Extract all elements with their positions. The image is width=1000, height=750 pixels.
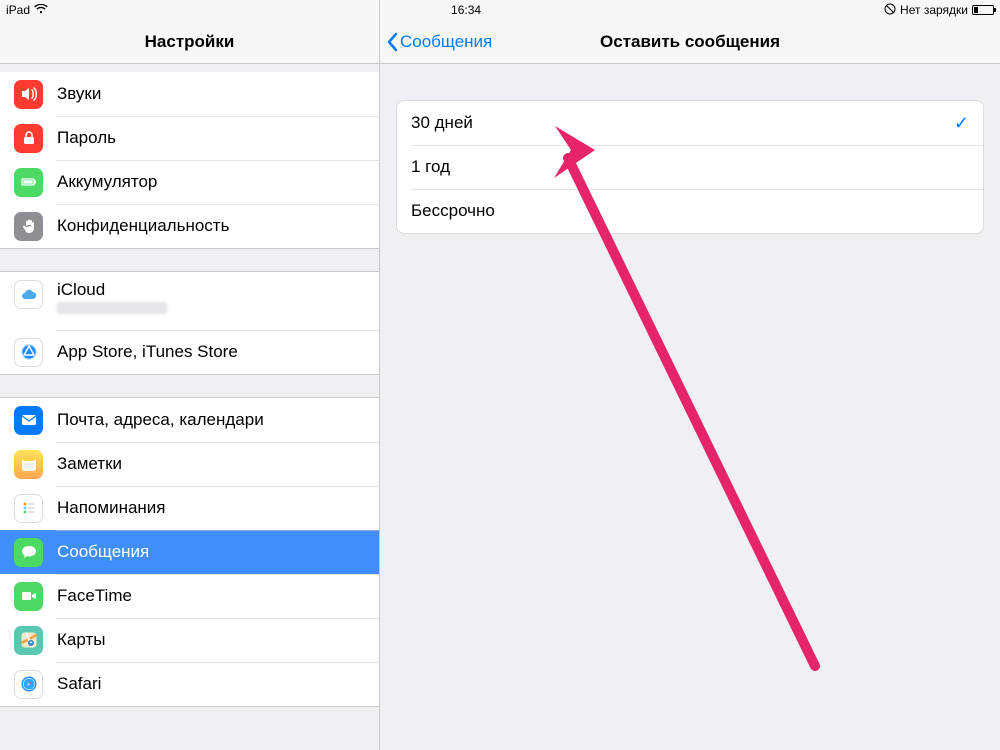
option-1y[interactable]: 1 год (397, 145, 983, 189)
charging-label: Нет зарядки (900, 3, 968, 17)
option-label: 30 дней (411, 113, 473, 133)
sidebar-item-label: Конфиденциальность (57, 216, 229, 236)
messages-icon (14, 538, 43, 567)
sidebar-item-label: App Store, iTunes Store (57, 342, 238, 362)
sidebar-item-privacy[interactable]: Конфиденциальность (0, 204, 379, 248)
sidebar-item-sounds[interactable]: Звуки (0, 72, 379, 116)
sidebar-item-label: Сообщения (57, 542, 149, 562)
back-label: Сообщения (400, 32, 492, 52)
option-label: Бессрочно (411, 201, 495, 221)
keep-messages-options: 30 дней ✓ 1 год Бессрочно (396, 100, 984, 234)
sidebar-item-label: Карты (57, 630, 105, 650)
hand-icon (14, 212, 43, 241)
nocharge-icon (884, 3, 896, 18)
chevron-left-icon (386, 32, 398, 52)
maps-icon (14, 626, 43, 655)
sidebar-item-label: Почта, адреса, календари (57, 410, 264, 430)
sidebar-item-label: Звуки (57, 84, 101, 104)
sidebar-item-mail[interactable]: Почта, адреса, календари (0, 398, 379, 442)
checkmark-icon: ✓ (954, 113, 969, 134)
notes-icon (14, 450, 43, 479)
sidebar-item-reminders[interactable]: Напоминания (0, 486, 379, 530)
device-label: iPad (6, 3, 30, 17)
back-button[interactable]: Сообщения (386, 20, 492, 64)
sidebar-item-notes[interactable]: Заметки (0, 442, 379, 486)
sidebar-item-label: iCloud (57, 280, 167, 300)
clock: 16:34 (451, 3, 481, 17)
sidebar-item-maps[interactable]: Карты (0, 618, 379, 662)
sidebar-item-label: Аккумулятор (57, 172, 157, 192)
sidebar-item-label: Напоминания (57, 498, 166, 518)
sidebar-item-label: Safari (57, 674, 101, 694)
sidebar-title: Настройки (145, 32, 235, 52)
detail-title: Оставить сообщения (600, 32, 780, 52)
speaker-icon (14, 80, 43, 109)
facetime-icon (14, 582, 43, 611)
mail-icon (14, 406, 43, 435)
appstore-icon (14, 338, 43, 367)
sidebar-item-label: Заметки (57, 454, 122, 474)
settings-sidebar: Настройки Звуки Пароль Аккумулятор Конфиден… (0, 0, 380, 750)
sidebar-item-battery[interactable]: Аккумулятор (0, 160, 379, 204)
lock-icon (14, 124, 43, 153)
detail-pane: Сообщения Оставить сообщения 30 дней ✓ 1 г… (380, 0, 1000, 750)
sidebar-item-messages[interactable]: Сообщения (0, 530, 379, 574)
sidebar-item-safari[interactable]: Safari (0, 662, 379, 706)
sidebar-item-label: Пароль (57, 128, 116, 148)
icloud-account-redacted (57, 302, 167, 314)
option-30d[interactable]: 30 дней ✓ (397, 101, 983, 145)
sidebar-item-facetime[interactable]: FaceTime (0, 574, 379, 618)
status-bar: iPad 16:34 Нет зарядки (0, 0, 1000, 20)
battery-icon (14, 168, 43, 197)
battery-icon (972, 5, 994, 15)
sidebar-item-icloud[interactable]: iCloud (0, 272, 379, 330)
cloud-icon (14, 280, 43, 309)
sidebar-item-label: FaceTime (57, 586, 132, 606)
wifi-icon (34, 3, 48, 17)
option-label: 1 год (411, 157, 450, 177)
safari-icon (14, 670, 43, 699)
option-forever[interactable]: Бессрочно (397, 189, 983, 233)
sidebar-item-passcode[interactable]: Пароль (0, 116, 379, 160)
reminders-icon (14, 494, 43, 523)
sidebar-item-appstore[interactable]: App Store, iTunes Store (0, 330, 379, 374)
